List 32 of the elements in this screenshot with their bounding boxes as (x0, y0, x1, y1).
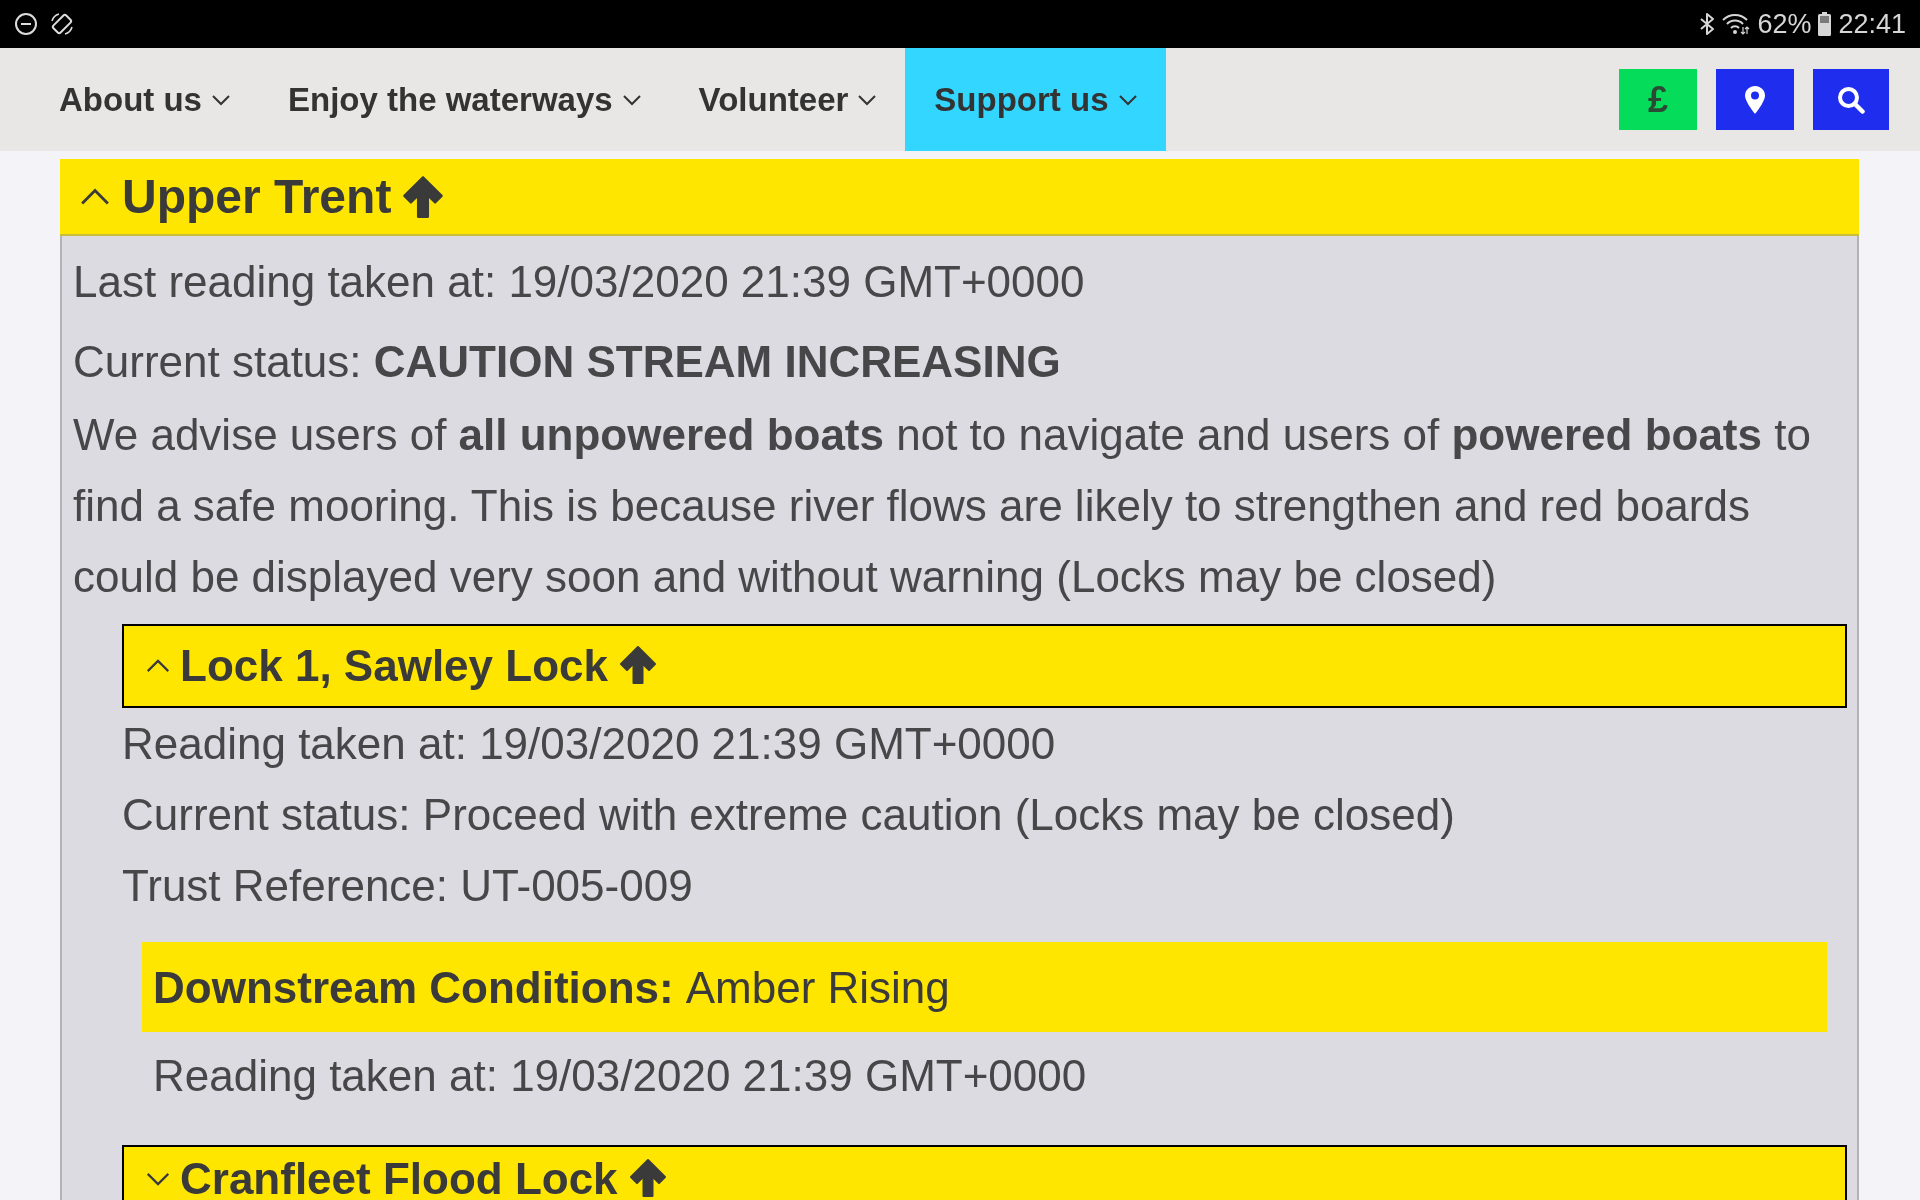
minus-circle-icon (14, 12, 38, 36)
screen-rotation-icon (50, 12, 74, 36)
wifi-icon (1722, 13, 1751, 35)
chevron-down-icon (622, 94, 641, 105)
advice-paragraph: We advise users of all unpowered boats not to navigate and users of powered boats to find a safe mooring. This is because river flows are likely to strengthen and red boards could be displayed very soon and without warning (Locks may be closed) (73, 409, 1812, 603)
status-text: Current status: CAUTION STREAM INCREASING (73, 336, 1062, 388)
clock-time: 22:41 (1838, 10, 1906, 38)
chevron-down-icon (1118, 94, 1137, 105)
conditions-label: Downstream Conditions: (153, 961, 674, 1014)
reading-time-text: Last reading taken at: 19/03/2020 21:39 GMT+0000 (73, 256, 1086, 308)
battery-percentage: 62% (1757, 10, 1812, 38)
nav-menu-item[interactable]: About us (30, 48, 259, 151)
location-button[interactable] (1716, 69, 1794, 130)
reading-time-text: Reading taken at: 19/03/2020 21:39 GMT+0000 (152, 1050, 1088, 1102)
conditions-value: Amber Rising (685, 961, 950, 1014)
accordion-header[interactable]: Lock 1, Sawley Lock (122, 624, 1847, 708)
detail-text: Current status: Proceed with extreme caution (Locks may be closed) (122, 789, 1456, 841)
map-pin-icon (1745, 85, 1765, 114)
nav-menu-item[interactable]: Support us (905, 48, 1166, 151)
battery-icon (1818, 12, 1832, 36)
detail-text: Reading taken at: 19/03/2020 21:39 GMT+0000 (122, 718, 1057, 770)
search-button[interactable] (1813, 69, 1889, 130)
accordion-header[interactable]: Upper Trent (60, 159, 1859, 236)
nav-menu-item[interactable]: Volunteer (669, 48, 906, 151)
chevron-down-icon (858, 94, 877, 105)
chevron-down-icon (212, 94, 230, 105)
detail-text: Trust Reference: UT-005-009 (122, 860, 694, 912)
bluetooth-icon (1699, 12, 1716, 36)
accordion-header[interactable]: Cranfleet Flood Lock (122, 1145, 1847, 1200)
search-icon (1837, 85, 1865, 114)
nav-menu-item[interactable]: Enjoy the waterways (259, 48, 670, 151)
donate-button[interactable]: £ (1619, 69, 1697, 130)
